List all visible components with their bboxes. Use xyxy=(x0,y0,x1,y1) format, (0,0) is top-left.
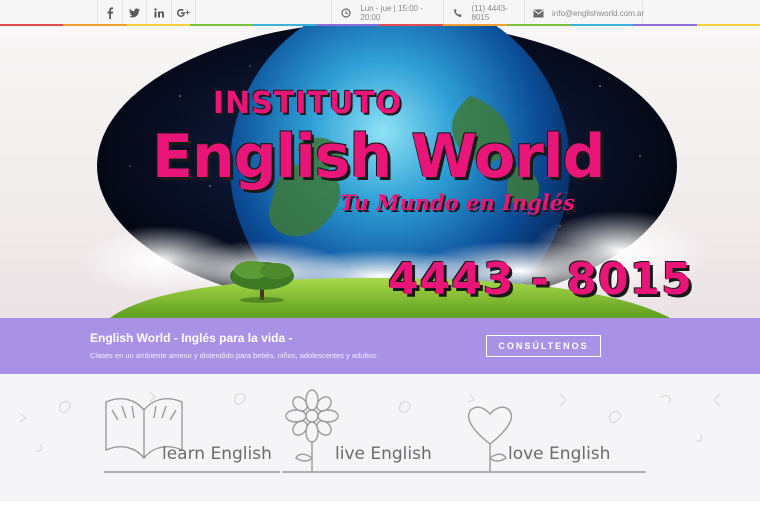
background-swirls xyxy=(19,391,721,452)
top-bar: Lun - jue | 15:00 - 20:00 (11) 4443-8015… xyxy=(0,0,760,26)
hero-tagline: Tu Mundo en Inglés xyxy=(340,190,575,215)
hero-phone: 4443 - 8015 xyxy=(388,254,693,305)
hours-item: Lun - jue | 15:00 - 20:00 xyxy=(332,0,444,26)
email-item[interactable]: info@englishworld.com.ar xyxy=(525,0,645,26)
linkedin-icon[interactable] xyxy=(147,0,172,26)
features-doodles: learn English live English love English xyxy=(0,374,760,500)
phone-text: (11) 4443-8015 xyxy=(471,4,508,22)
hero-banner: INSTITUTO English World Tu Mundo en Ingl… xyxy=(0,26,760,318)
band-subtitle: Clases en un ambiente ameno y distendido… xyxy=(90,351,379,360)
hero-line-instituto: INSTITUTO xyxy=(213,86,403,121)
contact-us-button[interactable]: CONSÚLTENOS xyxy=(486,335,601,357)
facebook-icon[interactable] xyxy=(98,0,123,26)
hero-title: English World xyxy=(152,122,605,192)
love-english-label: love English xyxy=(508,444,611,464)
clock-icon xyxy=(340,6,352,20)
contact-info: Lun - jue | 15:00 - 20:00 (11) 4443-8015… xyxy=(331,0,645,26)
learn-english-label: learn English xyxy=(162,444,272,464)
phone-item[interactable]: (11) 4443-8015 xyxy=(444,0,525,26)
hours-text: Lun - jue | 15:00 - 20:00 xyxy=(360,4,423,22)
google-plus-icon[interactable] xyxy=(172,0,196,26)
call-to-action-band: English World - Inglés para la vida - Cl… xyxy=(0,318,760,374)
band-title: English World - Inglés para la vida - xyxy=(90,331,293,345)
email-text: info@englishworld.com.ar xyxy=(552,8,645,18)
doodle-artwork xyxy=(19,389,721,473)
phone-icon xyxy=(452,6,464,20)
social-links xyxy=(97,0,196,26)
envelope-icon xyxy=(533,6,544,20)
live-english-label: live English xyxy=(335,444,432,464)
twitter-icon[interactable] xyxy=(123,0,147,26)
page-footer-area xyxy=(0,500,760,520)
